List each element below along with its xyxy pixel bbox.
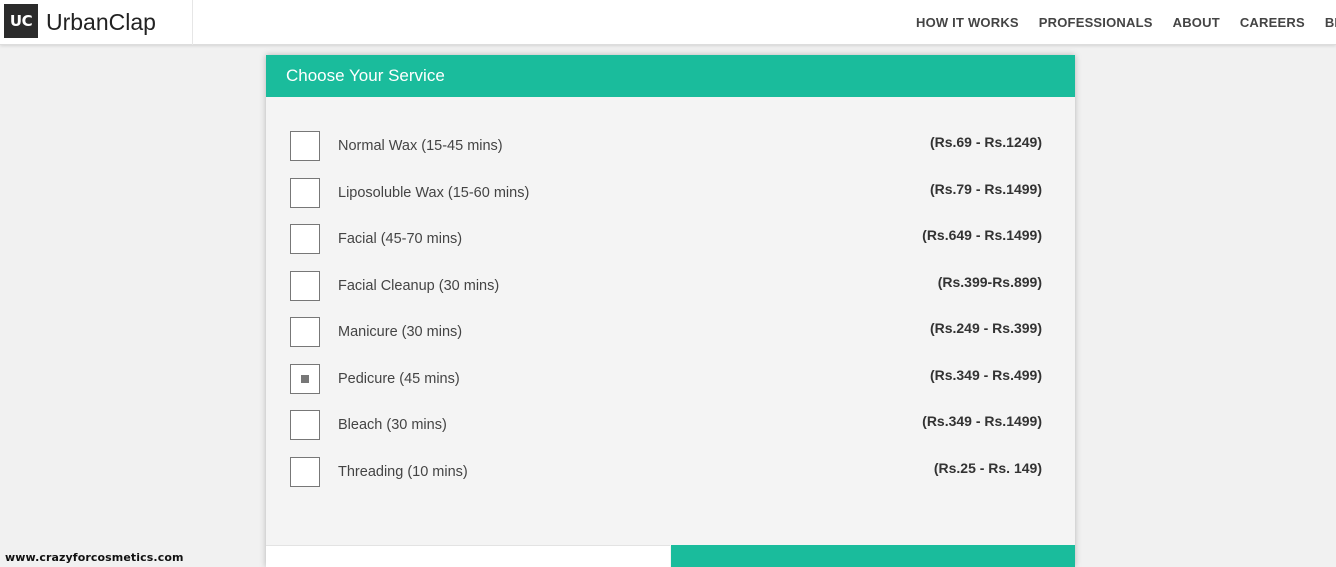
service-name: Bleach (30 mins) [338,417,447,433]
watermark-text: www.crazyforcosmetics.com [5,551,184,564]
service-name: Pedicure (45 mins) [338,371,460,387]
nav-how-it-works[interactable]: HOW IT WORKS [916,15,1019,30]
service-checkbox[interactable] [290,317,320,347]
service-name: Normal Wax (15-45 mins) [338,138,503,154]
service-price: (Rs.349 - Rs.499) [929,367,1042,383]
service-row-manicure[interactable]: Manicure (30 mins) (Rs.249 - Rs.399) [266,317,1075,349]
brand-name[interactable]: UrbanClap [46,8,156,36]
service-panel: Choose Your Service Normal Wax (15-45 mi… [266,55,1075,567]
bottom-right-button[interactable] [671,545,1075,567]
service-name: Liposoluble Wax (15-60 mins) [338,185,530,201]
service-checkbox[interactable] [290,224,320,254]
service-price: (Rs.25 - Rs. 149) [933,460,1042,476]
bottom-left-section [266,545,670,567]
service-price: (Rs.69 - Rs.1249) [929,134,1042,150]
service-checkbox[interactable] [290,178,320,208]
top-navbar: UC UrbanClap HOW IT WORKS PROFESSIONALS … [0,0,1336,45]
service-price: (Rs.79 - Rs.1499) [929,181,1042,197]
service-price: (Rs.349 - Rs.1499) [922,413,1042,429]
panel-title: Choose Your Service [266,55,1075,97]
service-name: Threading (10 mins) [338,464,468,480]
logo-icon[interactable]: UC [4,4,38,38]
service-row-facial-cleanup[interactable]: Facial Cleanup (30 mins) (Rs.399-Rs.899) [266,271,1075,303]
service-checkbox[interactable] [290,271,320,301]
service-checkbox[interactable] [290,410,320,440]
service-name: Manicure (30 mins) [338,324,463,340]
nav-about[interactable]: ABOUT [1173,15,1220,30]
service-row-facial[interactable]: Facial (45-70 mins) (Rs.649 - Rs.1499) [266,224,1075,256]
main-nav: HOW IT WORKS PROFESSIONALS ABOUT CAREERS… [906,0,1336,45]
service-checkbox[interactable] [290,131,320,161]
service-row-threading[interactable]: Threading (10 mins) (Rs.25 - Rs. 149) [266,457,1075,489]
nav-careers[interactable]: CAREERS [1240,15,1305,30]
service-row-liposoluble-wax[interactable]: Liposoluble Wax (15-60 mins) (Rs.79 - Rs… [266,178,1075,210]
service-price: (Rs.399-Rs.899) [937,274,1042,290]
service-price: (Rs.249 - Rs.399) [929,320,1042,336]
service-checkbox-checked[interactable] [290,364,320,394]
service-name: Facial Cleanup (30 mins) [338,278,500,294]
brand[interactable]: UC UrbanClap [0,0,193,45]
nav-professionals[interactable]: PROFESSIONALS [1039,15,1153,30]
service-row-normal-wax[interactable]: Normal Wax (15-45 mins) (Rs.69 - Rs.1249… [266,131,1075,163]
service-price: (Rs.649 - Rs.1499) [922,227,1042,243]
service-checkbox[interactable] [290,457,320,487]
service-row-bleach[interactable]: Bleach (30 mins) (Rs.349 - Rs.1499) [266,410,1075,442]
service-name: Facial (45-70 mins) [338,231,463,247]
nav-blog[interactable]: BLOG [1325,15,1336,30]
service-row-pedicure[interactable]: Pedicure (45 mins) (Rs.349 - Rs.499) [266,364,1075,396]
